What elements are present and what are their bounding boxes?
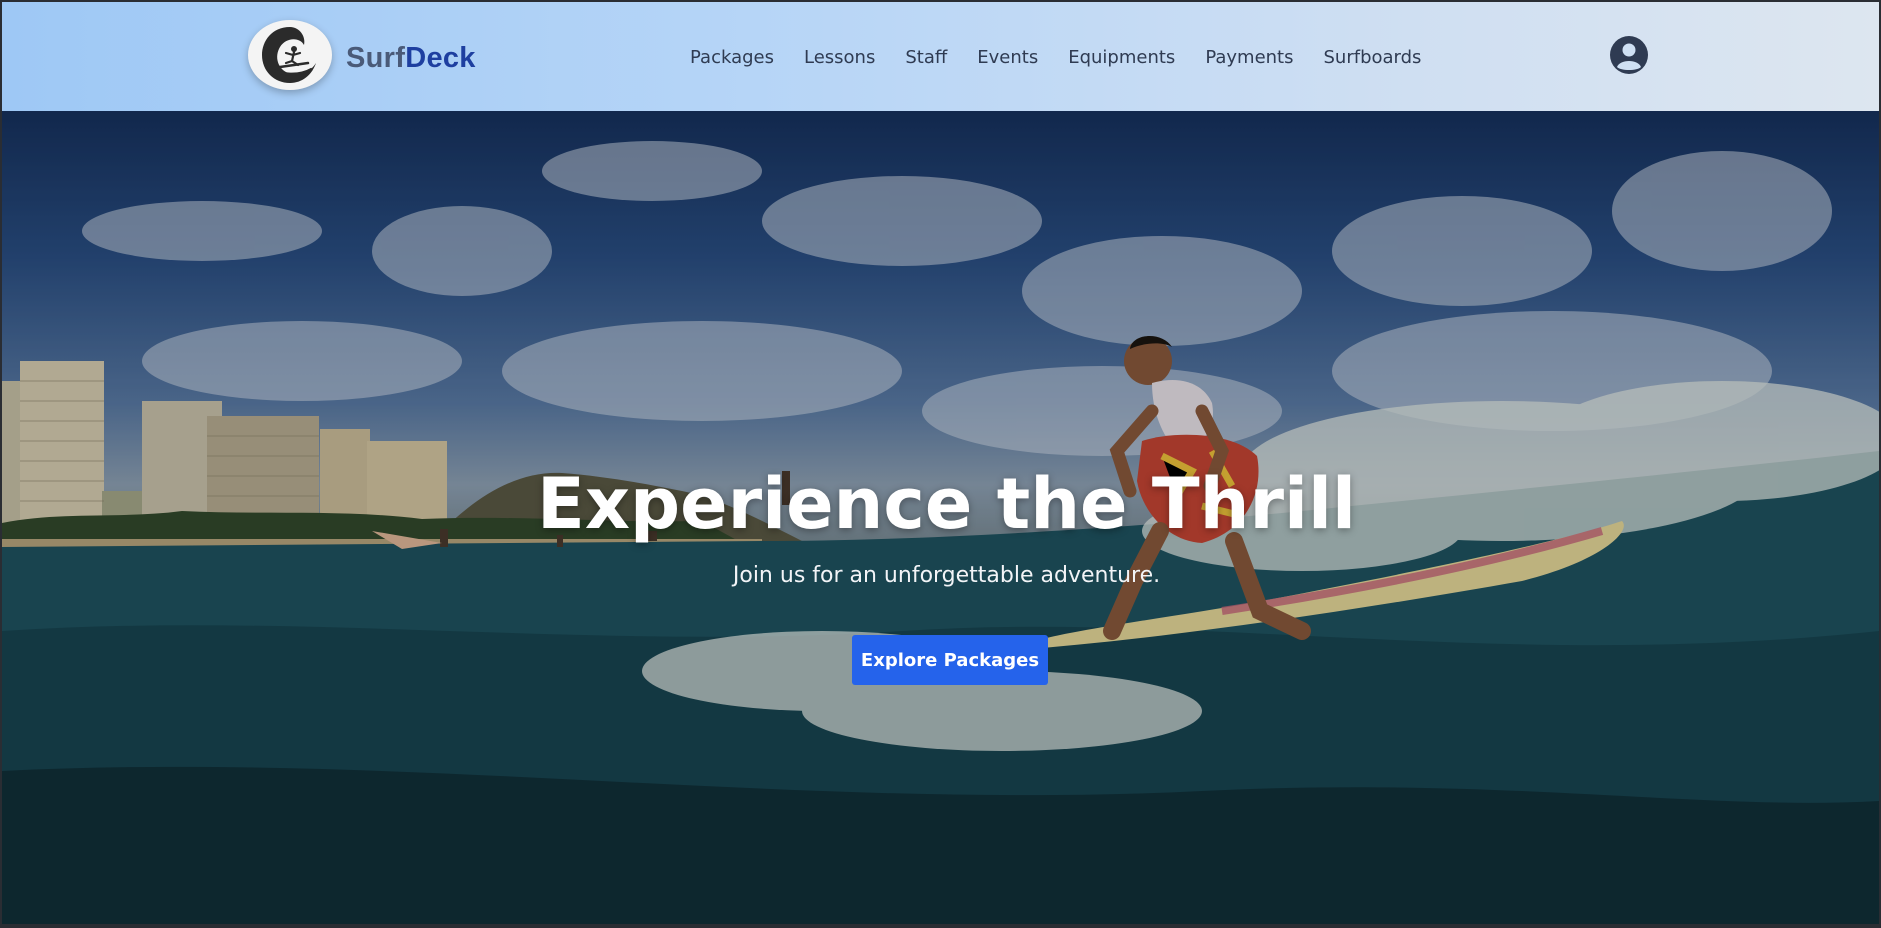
brand-name[interactable]: SurfDeck <box>346 42 476 75</box>
hero-title: Experience the Thrill <box>537 463 1356 545</box>
site-header: SurfDeck Packages Lessons Staff Events E… <box>2 2 1879 111</box>
hero-subtitle: Join us for an unforgettable adventure. <box>732 563 1161 588</box>
nav-item-staff[interactable]: Staff <box>905 47 947 68</box>
hero-section: Experience the Thrill Join us for an unf… <box>2 111 1879 924</box>
user-circle-icon <box>1610 36 1648 74</box>
nav-item-payments[interactable]: Payments <box>1205 47 1293 68</box>
brand-name-part2: Deck <box>405 42 476 74</box>
surfer-wave-logo-icon <box>262 27 316 83</box>
brand-name-part1: Surf <box>346 42 406 74</box>
nav-item-events[interactable]: Events <box>977 47 1038 68</box>
nav-item-equipments[interactable]: Equipments <box>1068 47 1175 68</box>
logo[interactable] <box>248 20 332 90</box>
browser-viewport: SurfDeck Packages Lessons Staff Events E… <box>2 2 1879 924</box>
user-account-button[interactable] <box>1609 35 1649 75</box>
nav-item-lessons[interactable]: Lessons <box>804 47 875 68</box>
main-nav: Packages Lessons Staff Events Equipments… <box>690 47 1451 68</box>
explore-packages-button[interactable]: Explore Packages <box>852 635 1048 685</box>
nav-item-surfboards[interactable]: Surfboards <box>1324 47 1422 68</box>
nav-item-packages[interactable]: Packages <box>690 47 774 68</box>
